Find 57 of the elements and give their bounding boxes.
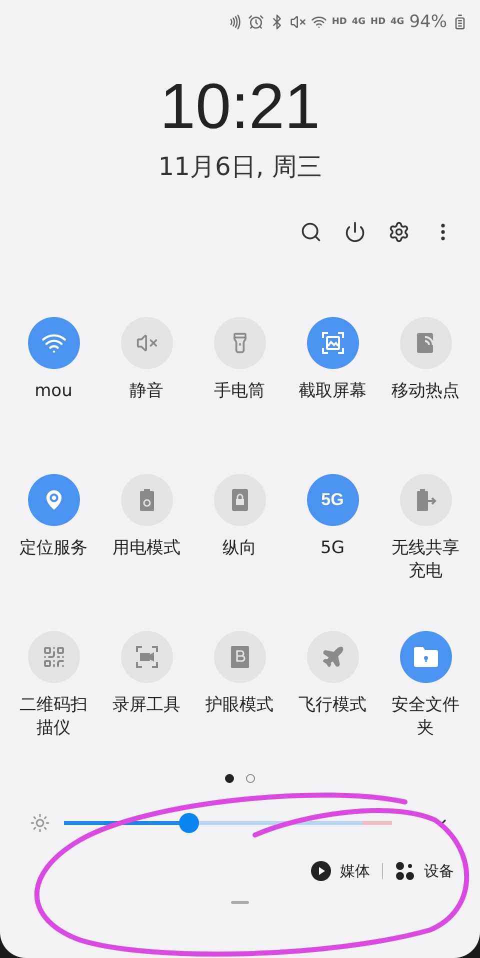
secure-folder-icon [412, 646, 438, 668]
toggle-label: 5G [320, 537, 346, 560]
qr-code-icon [42, 645, 66, 669]
play-icon [311, 861, 331, 881]
quick-toggle[interactable] [214, 631, 266, 683]
media-button[interactable]: 媒体 [311, 861, 370, 881]
toggle-label: 截取屏幕 [298, 380, 368, 403]
toggle-label: 手电筒 [213, 380, 266, 403]
wifi-icon [310, 14, 327, 30]
toggle-label: 录屏工具 [112, 694, 182, 717]
network-label: HD [370, 17, 386, 27]
toggle-label: 定位服务 [18, 537, 88, 560]
power-icon[interactable] [344, 221, 366, 243]
mute-icon [136, 332, 158, 354]
page-dot[interactable] [246, 774, 255, 783]
quick-toggle[interactable] [28, 631, 80, 683]
page-dot[interactable] [225, 774, 234, 783]
quick-toggle[interactable] [400, 474, 452, 526]
battery-icon [138, 488, 154, 512]
clock-time: 10:21 [158, 74, 322, 138]
clock-date: 11月6日, 周三 [157, 151, 323, 183]
5g-icon: 5G [321, 490, 344, 510]
drag-handle[interactable] [231, 901, 249, 904]
alarm-icon [248, 14, 264, 30]
toggle-label: 护眼模式 [204, 694, 274, 717]
brightness-icon [30, 813, 50, 833]
toggle-label: 静音 [128, 380, 164, 403]
book-icon [230, 645, 250, 669]
toggle-label: 二维码扫描仪 [18, 694, 88, 740]
network-label: HD [332, 17, 347, 27]
search-icon[interactable] [300, 221, 322, 243]
toggle-label: 用电模式 [112, 537, 182, 560]
toggle-label: 飞行模式 [298, 694, 368, 717]
toggle-label: 安全文件夹 [390, 694, 460, 740]
quick-toggle[interactable] [28, 317, 80, 369]
screenshot-icon [320, 331, 344, 355]
battery-percent: 94% [409, 12, 447, 32]
slider-thumb[interactable] [178, 813, 199, 833]
quick-toggle[interactable] [28, 474, 80, 526]
network-label: 4G [390, 17, 404, 27]
toggle-label: mou [34, 380, 74, 403]
settings-icon[interactable] [388, 221, 410, 243]
mute-icon [290, 14, 306, 30]
quick-toggle[interactable] [400, 631, 452, 683]
quick-toggle[interactable] [120, 631, 172, 683]
rotation-lock-icon [230, 488, 248, 512]
toggle-label: 纵向 [222, 537, 258, 560]
devices-button[interactable]: 设备 [395, 861, 454, 881]
dots-icon [395, 861, 415, 881]
quick-toggle[interactable] [400, 317, 452, 369]
network-label: 4G [352, 17, 366, 27]
toggle-label: 移动热点 [390, 380, 460, 403]
quick-toggle[interactable] [306, 631, 358, 683]
airplane-icon [320, 645, 344, 669]
quick-toggle[interactable] [306, 317, 358, 369]
screen-record-icon [134, 645, 158, 669]
toggle-label: 无线共享充电 [390, 537, 460, 583]
